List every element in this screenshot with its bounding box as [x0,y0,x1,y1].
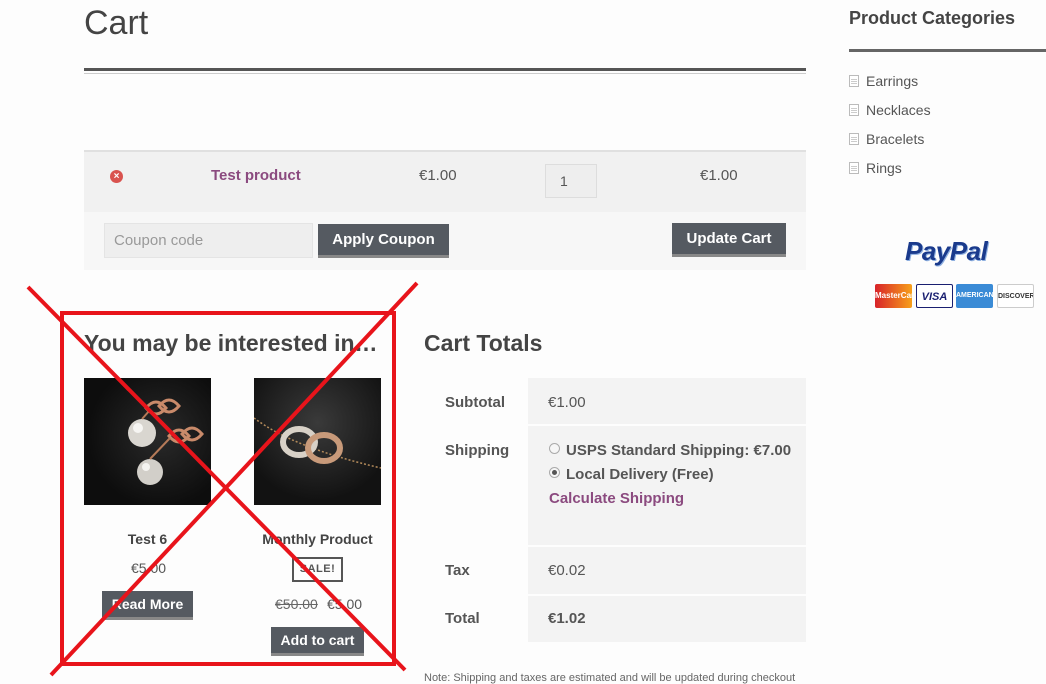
amex-logo: AMERICAN EXPRESS [956,284,993,308]
document-icon [849,104,859,116]
cart-item-name-link[interactable]: Test product [211,167,301,184]
sidebar-item-label: Necklaces [866,102,931,118]
totals-label-column [424,378,528,642]
document-icon [849,162,859,174]
interested-section-title: You may be interested in… [84,330,378,356]
quantity-input[interactable] [545,164,597,198]
sidebar-item-label: Rings [866,160,902,176]
subtotal-label: Subtotal [445,394,505,411]
product-price: €5.00 [131,560,167,576]
mastercard-logo: MasterCard [875,284,912,308]
sidebar-item-label: Bracelets [866,131,925,147]
totals-row-separator [528,594,806,596]
cart-item-total: €1.00 [700,167,738,184]
shipping-option-radio-usps[interactable] [549,443,560,454]
shipping-option-label[interactable]: Local Delivery (Free) [566,466,714,483]
title-divider [84,68,806,71]
document-icon [849,133,859,145]
totals-row-separator [528,424,806,426]
product-title[interactable]: Monthly Product [254,531,381,547]
coupon-code-input[interactable] [104,223,313,258]
page-title: Cart [84,4,149,42]
discover-logo: DISCOVER [997,284,1034,308]
product-sale-price: €5.00 [327,596,363,612]
calculate-shipping-link[interactable]: Calculate Shipping [549,490,684,507]
subtotal-value: €1.00 [548,394,586,411]
document-icon [849,75,859,87]
pearl-earrings-image [128,398,204,485]
tax-label: Tax [445,562,470,579]
visa-logo: VISA [916,284,953,308]
cart-item-price: €1.00 [419,167,457,184]
sidebar-item-bracelets[interactable]: Bracelets [849,130,924,148]
paypal-logo: PayPal [905,236,988,266]
shipping-option-radio-local[interactable] [549,467,560,478]
sidebar-divider [849,49,1046,52]
product-image-earrings[interactable] [84,378,211,505]
shipping-note: Note: Shipping and taxes are estimated a… [424,672,796,684]
shipping-label: Shipping [445,442,510,459]
totals-value-column [528,378,806,642]
add-to-cart-button[interactable]: Add to cart [271,627,364,656]
shipping-option-label[interactable]: USPS Standard Shipping: €7.00 [566,442,791,459]
read-more-button[interactable]: Read More [102,591,193,620]
update-cart-button[interactable]: Update Cart [672,223,786,257]
product-image-necklace[interactable] [253,378,382,505]
remove-item-icon[interactable]: × [110,170,123,183]
ring-necklace-image [253,417,382,469]
sidebar-item-earrings[interactable]: Earrings [849,72,918,90]
total-label: Total [445,610,480,627]
sidebar-item-rings[interactable]: Rings [849,159,902,177]
sidebar-item-label: Earrings [866,73,919,89]
cart-totals-title: Cart Totals [424,330,543,356]
product-old-price: €50.00 [275,596,318,612]
totals-row-separator [528,545,806,547]
tax-value: €0.02 [548,562,586,579]
title-divider-thin [84,73,806,74]
sale-badge: SALE! [292,557,343,582]
sidebar-title: Product Categories [849,8,1016,28]
product-title[interactable]: Test 6 [84,531,211,547]
sidebar-item-necklaces[interactable]: Necklaces [849,101,931,119]
total-value: €1.02 [548,610,586,627]
apply-coupon-button[interactable]: Apply Coupon [318,224,449,258]
